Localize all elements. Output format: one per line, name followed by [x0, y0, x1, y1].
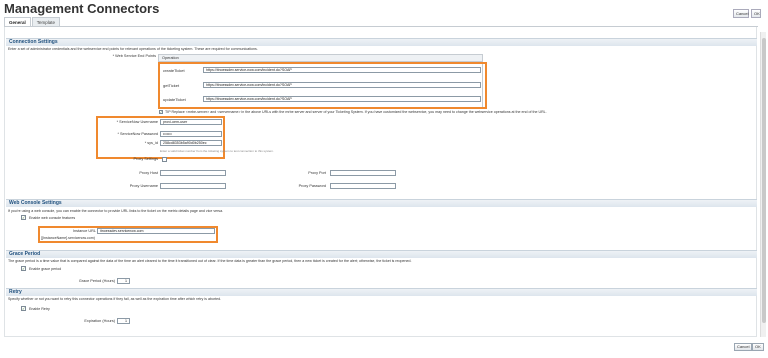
endpoints-header: Operation: [159, 55, 482, 62]
vertical-scrollbar[interactable]: [760, 32, 766, 337]
top-ok-button[interactable]: OK: [751, 9, 761, 18]
expiration-input[interactable]: 1: [117, 318, 130, 324]
instance-url-label: Instance URL: [72, 229, 96, 233]
retry-checkbox[interactable]: ✓: [21, 306, 26, 311]
proxy-password-input[interactable]: [330, 183, 396, 189]
proxy-settings-checkbox[interactable]: [162, 157, 167, 162]
grace-period-heading: Grace Period: [6, 250, 757, 258]
endpoint-op-update: updateTicket: [163, 97, 186, 102]
endpoint-op-create: createTicket: [163, 68, 185, 73]
endpoints-label: * Web Service End Points: [112, 54, 156, 58]
sysid-hint: Enter a valid ticket number from the tic…: [160, 149, 274, 153]
expiration-label: Expiration (Hours): [84, 319, 115, 323]
username-input[interactable]: provi-oem-user: [160, 119, 222, 125]
endpoint-url-get-input[interactable]: https://itnoessdev.service-now.com/incid…: [203, 82, 481, 88]
instance-url-hint: [[InstanceName].servicenow.com): [41, 236, 95, 240]
instance-url-input[interactable]: itnoessdev.servicenow.com: [97, 228, 215, 234]
top-cancel-button[interactable]: Cancel: [733, 9, 749, 18]
sysid-input[interactable]: 258cd8353b5a90d0b250ec: [160, 140, 222, 146]
proxy-password-label: Proxy Password: [298, 184, 326, 188]
endpoint-op-get: getTicket: [163, 83, 180, 88]
cancel-button[interactable]: Cancel: [734, 343, 753, 351]
endpoint-url-create-input[interactable]: https://itnoessdev.service-now.com/incid…: [203, 67, 481, 73]
sysid-label: * sys_id: [144, 141, 158, 145]
grace-period-label: Grace Period (Hours): [78, 279, 115, 283]
proxy-host-label: Proxy Host: [139, 171, 158, 175]
retry-heading: Retry: [6, 288, 757, 296]
proxy-port-input[interactable]: [330, 170, 396, 176]
connection-description: Enter a set of administrator credentials…: [8, 47, 258, 51]
proxy-port-label: Proxy Port: [308, 171, 326, 175]
tip-text: TIP Replace <mrbe-server> and <servernam…: [165, 110, 547, 114]
ok-button[interactable]: OK: [752, 343, 764, 351]
username-label: * ServiceNow Username: [116, 120, 158, 124]
tip-icon: ✓: [159, 110, 163, 114]
proxy-host-input[interactable]: [160, 170, 226, 176]
grace-period-description: The grace period is a time value that is…: [8, 259, 412, 263]
password-input[interactable]: •••••••: [160, 131, 222, 137]
retry-enable-label: Enable Retry: [29, 307, 50, 311]
grace-period-enable-label: Enable grace period: [29, 267, 62, 271]
grace-period-input[interactable]: 1: [117, 278, 130, 284]
proxy-settings-label: Proxy Settings: [133, 157, 158, 161]
web-console-enable-label: Enable web console features: [29, 216, 76, 220]
proxy-username-label: Proxy Username: [129, 184, 158, 188]
connection-settings-heading: Connection Settings: [6, 38, 757, 46]
proxy-username-input[interactable]: [160, 183, 226, 189]
page-title: Management Connectors: [4, 1, 160, 16]
retry-description: Specify whether or not you want to retry…: [8, 297, 222, 301]
scrollbar-thumb[interactable]: [762, 38, 766, 323]
endpoint-url-update-input[interactable]: https://itnoessdev.service-now.com/incid…: [203, 96, 481, 102]
grace-period-checkbox[interactable]: ✓: [21, 266, 26, 271]
password-label: * ServiceNow Password: [117, 132, 158, 136]
web-console-description: If you're using a web console, you can e…: [8, 209, 224, 213]
web-console-heading: Web Console Settings: [6, 199, 757, 207]
web-console-checkbox[interactable]: ✓: [21, 215, 26, 220]
